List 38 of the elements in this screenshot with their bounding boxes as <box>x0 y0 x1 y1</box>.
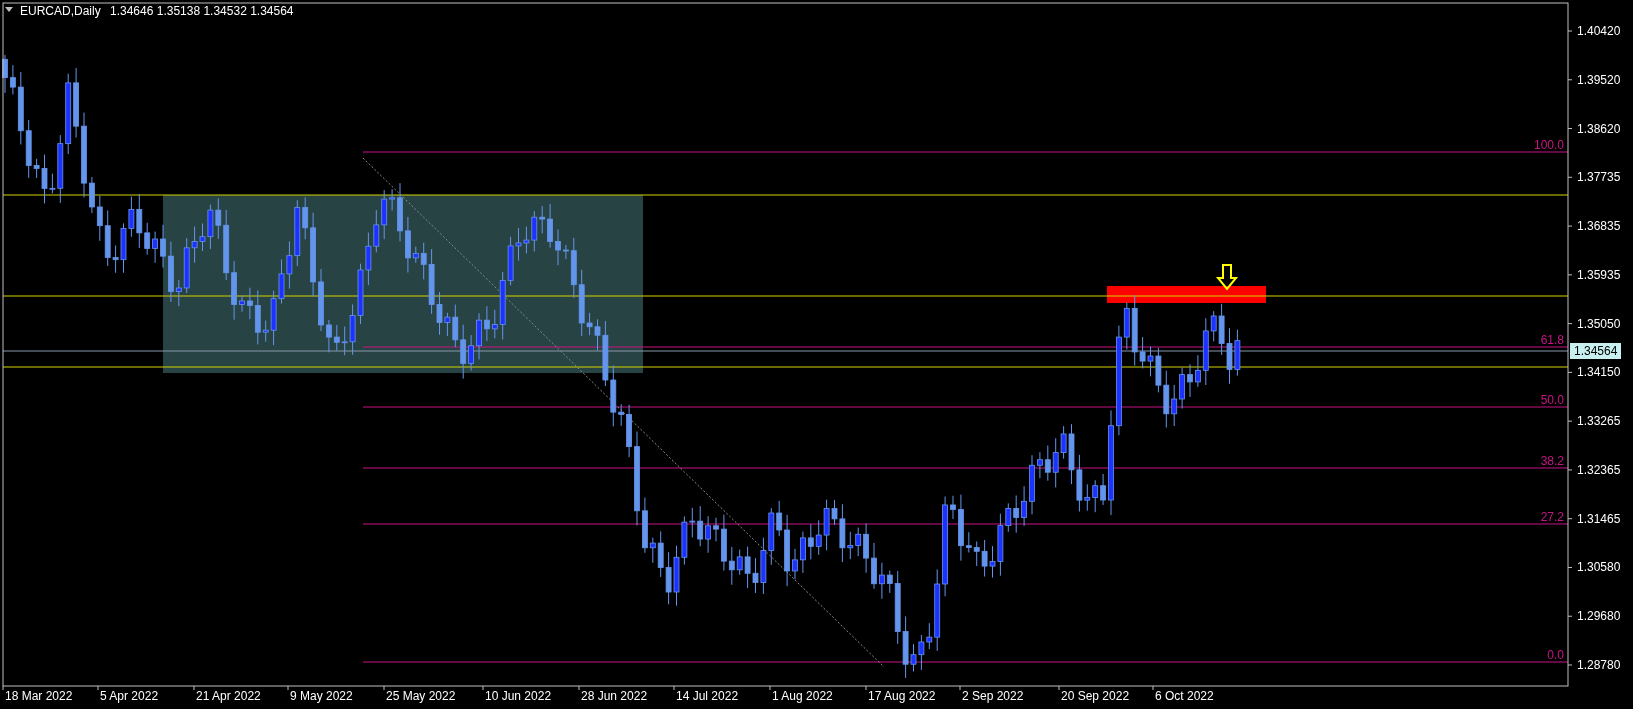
price-axis-label: 1.35935 <box>1577 267 1621 282</box>
price-axis-label: 1.32365 <box>1577 462 1621 477</box>
price-axis-label: 1.38620 <box>1577 121 1621 136</box>
date-axis-label: 5 Apr 2022 <box>100 689 159 703</box>
date-axis-label: 28 Jun 2022 <box>581 689 648 703</box>
fibonacci-level-label: 61.8 <box>1540 333 1564 347</box>
ohlc-values: 1.34646 1.35138 1.34532 1.34564 <box>110 4 294 18</box>
price-axis-label: 1.36835 <box>1577 219 1621 234</box>
price-axis-label: 1.37735 <box>1577 170 1621 185</box>
current-price-label: 1.34564 <box>1570 343 1622 359</box>
fibonacci-level-label: 27.2 <box>1540 510 1564 524</box>
fibonacci-level-label: 50.0 <box>1540 393 1564 407</box>
price-axis-label: 1.33265 <box>1577 414 1621 429</box>
date-axis-label: 17 Aug 2022 <box>868 689 936 703</box>
date-axis-label: 25 May 2022 <box>386 689 456 703</box>
price-axis-label: 1.34150 <box>1577 365 1621 380</box>
price-axis-label: 1.40420 <box>1577 24 1621 38</box>
price-axis-label: 1.28780 <box>1577 658 1621 672</box>
symbol-timeframe-label: EURCAD,Daily <box>20 4 101 18</box>
date-axis-label: 1 Aug 2022 <box>772 689 833 703</box>
date-axis-label: 2 Sep 2022 <box>962 689 1024 703</box>
price-axis-label: 1.31465 <box>1577 511 1621 526</box>
fibonacci-level-label: 100.0 <box>1533 138 1564 152</box>
price-axis-label: 1.39520 <box>1577 72 1621 87</box>
date-axis-label: 18 Mar 2022 <box>5 689 73 703</box>
date-axis-label: 9 May 2022 <box>290 689 353 703</box>
fibonacci-level-label: 0.0 <box>1547 648 1564 662</box>
dropdown-triangle-icon[interactable] <box>5 7 13 12</box>
date-axis-label: 10 Jun 2022 <box>485 689 552 703</box>
date-axis-label: 14 Jul 2022 <box>676 689 739 703</box>
down-arrow-icon <box>1215 264 1239 291</box>
date-axis-label: 21 Apr 2022 <box>196 689 261 703</box>
price-axis-label: 1.29680 <box>1577 609 1621 624</box>
date-axis-label: 20 Sep 2022 <box>1061 689 1130 703</box>
price-axis-label: 1.35050 <box>1577 316 1621 331</box>
price-axis-label: 1.30580 <box>1577 560 1621 575</box>
fibonacci-level-label: 38.2 <box>1540 454 1564 468</box>
date-axis-label: 6 Oct 2022 <box>1155 689 1214 703</box>
